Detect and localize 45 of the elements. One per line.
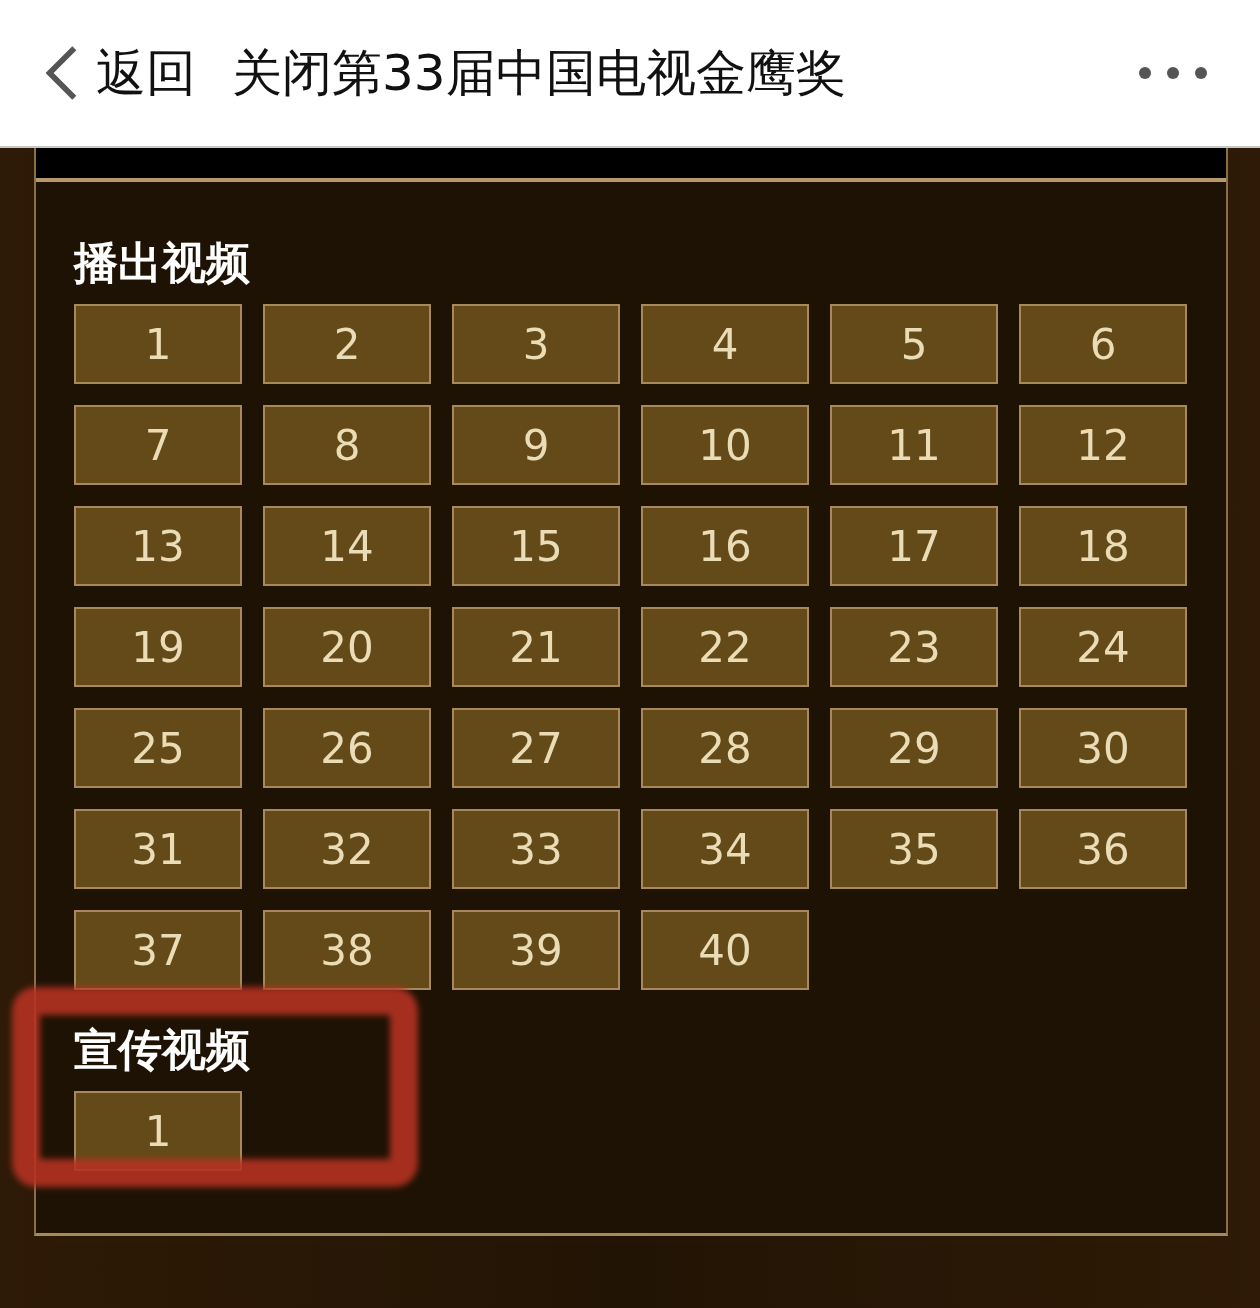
more-icon[interactable] <box>1138 66 1208 80</box>
episode-button[interactable]: 25 <box>74 708 242 788</box>
episode-button[interactable]: 27 <box>452 708 620 788</box>
episode-button[interactable]: 18 <box>1019 506 1187 586</box>
episode-button[interactable]: 35 <box>830 809 998 889</box>
episode-button[interactable]: 10 <box>641 405 809 485</box>
episode-button[interactable]: 14 <box>263 506 431 586</box>
episode-button[interactable]: 29 <box>830 708 998 788</box>
episode-button[interactable]: 28 <box>641 708 809 788</box>
episode-button[interactable]: 31 <box>74 809 242 889</box>
episode-button[interactable]: 1 <box>74 304 242 384</box>
episode-button[interactable]: 36 <box>1019 809 1187 889</box>
episode-button[interactable]: 34 <box>641 809 809 889</box>
episode-button[interactable]: 32 <box>263 809 431 889</box>
episode-button[interactable]: 37 <box>74 910 242 990</box>
episode-button[interactable]: 4 <box>641 304 809 384</box>
episode-button[interactable]: 5 <box>830 304 998 384</box>
episode-button[interactable]: 7 <box>74 405 242 485</box>
section-title: 播出视频 <box>74 238 251 288</box>
page-title: 关闭第33届中国电视金鹰奖 <box>232 42 847 104</box>
episode-button[interactable]: 13 <box>74 506 242 586</box>
episode-button[interactable]: 16 <box>641 506 809 586</box>
episode-button[interactable]: 33 <box>452 809 620 889</box>
episode-button[interactable]: 11 <box>830 405 998 485</box>
episode-button[interactable]: 40 <box>641 910 809 990</box>
episode-button[interactable]: 30 <box>1019 708 1187 788</box>
section-title: 宣传视频 <box>74 1025 251 1075</box>
episode-button[interactable]: 24 <box>1019 607 1187 687</box>
episode-button[interactable]: 3 <box>452 304 620 384</box>
episode-button[interactable]: 6 <box>1019 304 1187 384</box>
episode-button[interactable]: 17 <box>830 506 998 586</box>
episode-button[interactable]: 9 <box>452 405 620 485</box>
back-link[interactable]: 返回 <box>96 39 196 107</box>
episode-button[interactable]: 19 <box>74 607 242 687</box>
episode-button[interactable]: 8 <box>263 405 431 485</box>
episode-button[interactable]: 38 <box>263 910 431 990</box>
episode-button[interactable]: 12 <box>1019 405 1187 485</box>
episode-button[interactable]: 22 <box>641 607 809 687</box>
episode-button[interactable]: 39 <box>452 910 620 990</box>
episode-button[interactable]: 20 <box>263 607 431 687</box>
episode-button[interactable]: 2 <box>263 304 431 384</box>
episode-button[interactable]: 26 <box>263 708 431 788</box>
episode-button[interactable]: 23 <box>830 607 998 687</box>
episode-button[interactable]: 15 <box>452 506 620 586</box>
episode-button[interactable]: 21 <box>452 607 620 687</box>
